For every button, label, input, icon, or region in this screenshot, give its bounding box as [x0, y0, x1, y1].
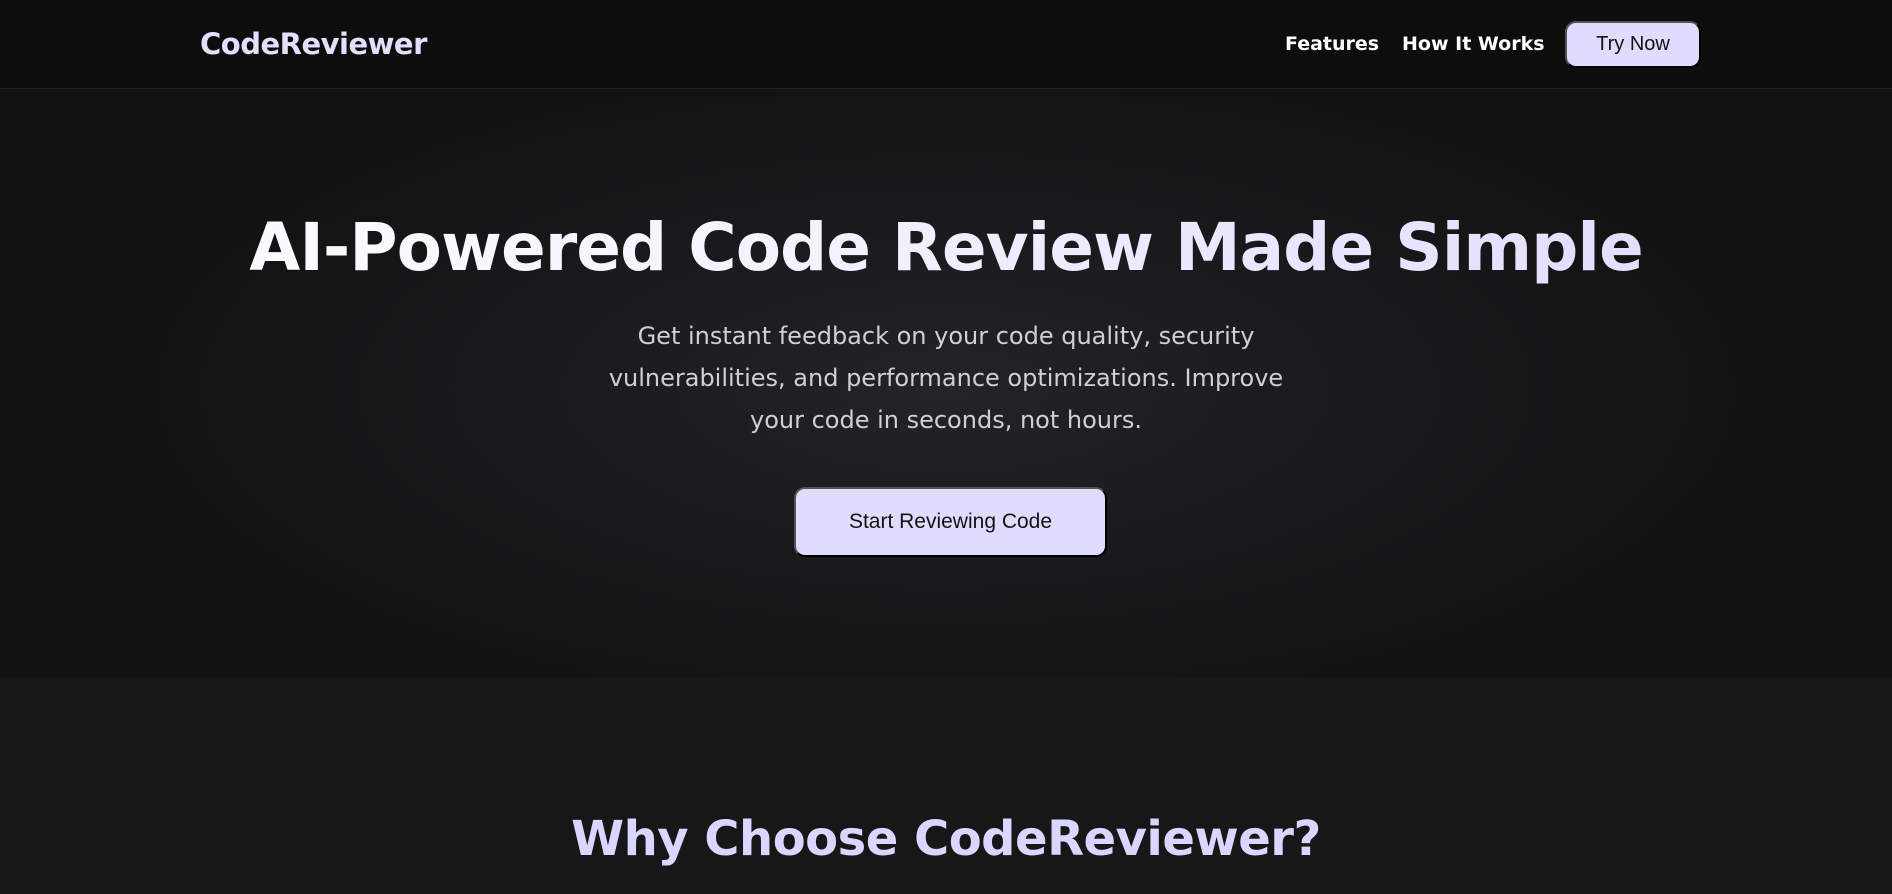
nav-link-features[interactable]: Features	[1285, 33, 1379, 55]
hero-subtitle: Get instant feedback on your code qualit…	[608, 322, 1284, 434]
brand-logo[interactable]: CodeReviewer	[200, 27, 427, 61]
features-section: Why Choose CodeReviewer?	[0, 677, 1892, 894]
try-now-button[interactable]: Try Now	[1565, 21, 1701, 68]
features-title: Why Choose CodeReviewer?	[571, 811, 1321, 867]
nav-link-how-it-works[interactable]: How It Works	[1402, 33, 1545, 55]
hero-title: AI-Powered Code Review Made Simple	[0, 209, 1892, 286]
start-reviewing-button[interactable]: Start Reviewing Code	[794, 487, 1107, 557]
navbar: CodeReviewer Features How It Works Try N…	[0, 0, 1892, 89]
hero-section: AI-Powered Code Review Made Simple Get i…	[0, 89, 1892, 677]
